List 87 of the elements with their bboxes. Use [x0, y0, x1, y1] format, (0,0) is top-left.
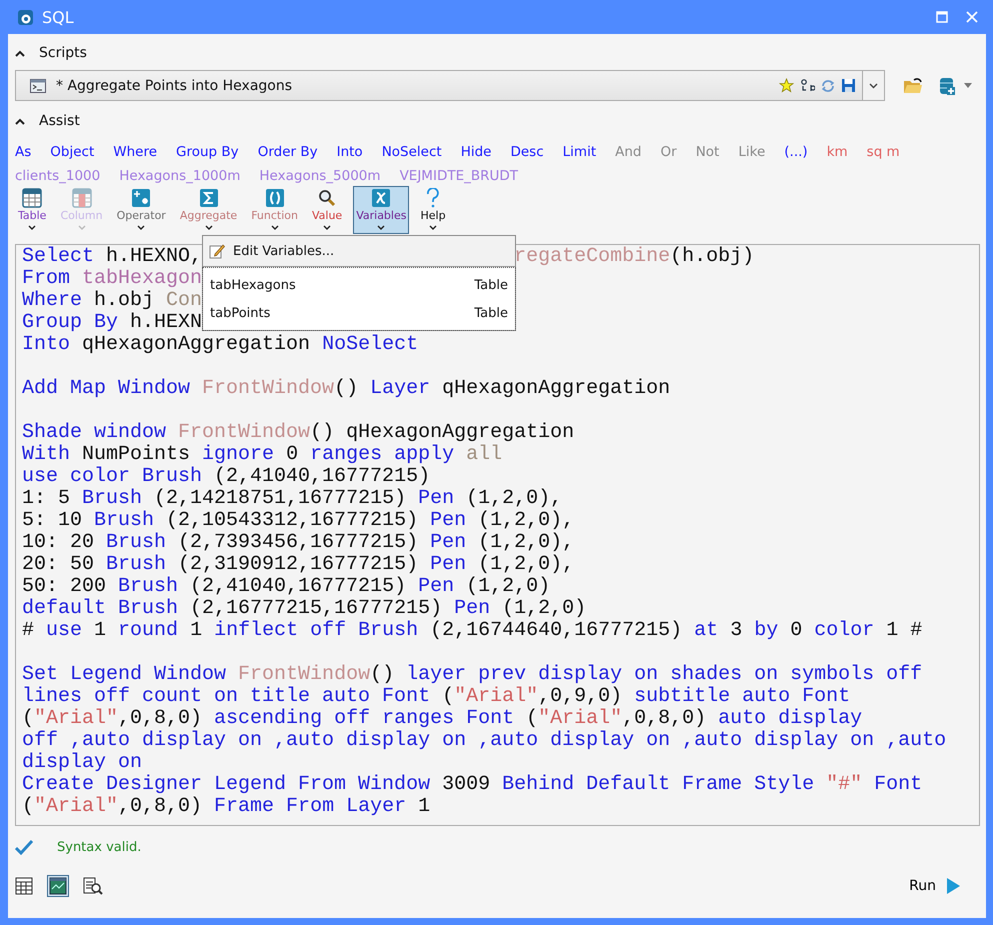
keyword-link[interactable]: Where: [113, 144, 158, 160]
code-line: From tabHexagon: [22, 268, 202, 290]
variable-name[interactable]: tabPoints: [210, 306, 270, 320]
chevron-down-icon: [137, 225, 146, 230]
chevron-down-icon: [78, 225, 86, 230]
code-line: Select h.HEXNO,: [22, 246, 202, 268]
code-line: regateCombine(h.obj): [514, 246, 754, 268]
keyword-link[interactable]: (...): [784, 144, 808, 160]
chevron-down-icon: [28, 225, 36, 230]
code-editor[interactable]: [15, 244, 980, 826]
code-line: 50: 200 Brush (2,41040,16777215) Pen (1,2,0): [22, 576, 550, 598]
chevron-down-icon: [323, 225, 332, 230]
map-window-button[interactable]: [47, 875, 69, 897]
menu-item[interactable]: Edit Variables...: [203, 236, 515, 267]
variable-name[interactable]: tabHexagons: [210, 278, 296, 292]
code-line: Into qHexagonAggregation NoSelect: [22, 334, 418, 356]
run-button[interactable]: Run: [903, 877, 966, 895]
code-line: use color Brush (2,41040,16777215): [22, 466, 430, 488]
parentheses-icon: [264, 188, 285, 208]
variable-x-icon: [371, 188, 392, 208]
maximize-icon[interactable]: [936, 11, 948, 23]
script-dropdown[interactable]: * Aggregate Points into Hexagons: [15, 70, 863, 101]
code-line: ("Arial",0,8,0) Frame From Layer 1: [22, 796, 430, 818]
code-line: 5: 10 Brush (2,10543312,16777215) Pen (1,2,0),: [22, 510, 574, 532]
code-line: 10: 20 Brush (2,7393456,16777215) Pen (1,2,0),: [22, 532, 574, 554]
close-icon[interactable]: [966, 11, 978, 23]
code-line: Shade window FrontWindow() qHexagonAggregation: [22, 422, 574, 444]
keyword-link[interactable]: Group By: [176, 144, 239, 160]
magnifier-icon: [317, 188, 338, 208]
chevron-down-icon: [377, 225, 386, 230]
code-line: Group By h.HEXN: [22, 312, 202, 334]
keyword-link[interactable]: NoSelect: [382, 144, 442, 160]
table-grid-icon: [72, 188, 92, 208]
code-line: Set Legend Window FrontWindow() layer prev display on shades on symbols off: [22, 664, 922, 686]
folder-icon[interactable]: [903, 76, 923, 94]
terminal-icon: [30, 78, 46, 92]
star-icon[interactable]: [779, 78, 794, 93]
variable-type: Table: [474, 306, 508, 320]
status-message: Syntax valid.: [57, 840, 142, 854]
chevron-down-icon: [204, 225, 213, 230]
code-line: Where h.obj Con: [22, 290, 202, 312]
code-line: # use 1 round 1 inflect off Brush (2,16744640,16777215) at 3 by 0 color 1 #: [22, 620, 922, 642]
keyword-link[interactable]: Order By: [258, 144, 318, 160]
database-add-icon[interactable]: [938, 76, 956, 96]
toolbar-button[interactable]: Table: [15, 186, 50, 234]
keyword-link[interactable]: Limit: [562, 144, 596, 160]
refresh-icon[interactable]: [821, 78, 835, 92]
code-line: Add Map Window FrontWindow() Layer qHexagonAggregation: [22, 378, 670, 400]
question-mark-icon: [426, 188, 440, 208]
save-icon[interactable]: [841, 78, 856, 93]
chevron-down-icon: [429, 225, 438, 230]
section-header[interactable]: Assist: [39, 113, 80, 129]
app-icon: [17, 8, 34, 26]
keyword-link[interactable]: Object: [50, 144, 94, 160]
pencil-icon: [209, 243, 225, 259]
collapse-icon[interactable]: [15, 118, 25, 124]
variable-type: Table: [474, 278, 508, 292]
window-title: SQL: [42, 8, 74, 26]
collapse-icon[interactable]: [15, 50, 25, 56]
section-header[interactable]: Scripts: [39, 45, 87, 61]
code-line: lines off count on title auto Font ("Arial",0,9,0) subtitle auto Font: [22, 686, 850, 708]
keyword-link[interactable]: Desc: [510, 144, 544, 160]
keyword-link[interactable]: As: [15, 144, 32, 160]
toolbar-button[interactable]: Variables: [353, 186, 410, 234]
query-icon[interactable]: [83, 877, 103, 895]
table-grid-icon[interactable]: [15, 877, 33, 895]
chevron-down-icon: [869, 82, 878, 88]
code-line: default Brush (2,16777215,16777215) Pen (1,2,0): [22, 598, 586, 620]
caret-icon[interactable]: [964, 83, 972, 88]
code-line: off ,auto display on ,auto display on ,auto display on ,auto display on ,auto: [22, 730, 946, 752]
code-line: 20: 50 Brush (2,3190912,16777215) Pen (1,2,0),: [22, 554, 574, 576]
map-icon: [49, 877, 67, 895]
code-line: ("Arial",0,8,0) ascending off ranges Font ("Arial",0,8,0) auto display: [22, 708, 862, 730]
keyword-link[interactable]: Hide: [460, 144, 492, 160]
chevron-down-icon: [270, 225, 279, 230]
play-icon: [946, 878, 960, 894]
code-line: 1: 5 Brush (2,14218751,16777215) Pen (1,2,0),: [22, 488, 562, 510]
code-line: Create Designer Legend From Window 3009 Behind Default Frame Style "#" Font: [22, 774, 922, 796]
toolbar-button[interactable]: Help: [417, 186, 449, 234]
code-line: display on: [22, 752, 142, 774]
table-grid-icon: [22, 188, 42, 208]
plus-asterisk-icon: [131, 188, 152, 208]
keyword-link[interactable]: Into: [336, 144, 363, 160]
toolbar-button[interactable]: Operator: [114, 186, 169, 234]
toolbar-button[interactable]: Value: [308, 186, 346, 234]
code-line: With NumPoints ignore 0 ranges apply all: [22, 444, 502, 466]
sigma-icon: [198, 188, 219, 208]
